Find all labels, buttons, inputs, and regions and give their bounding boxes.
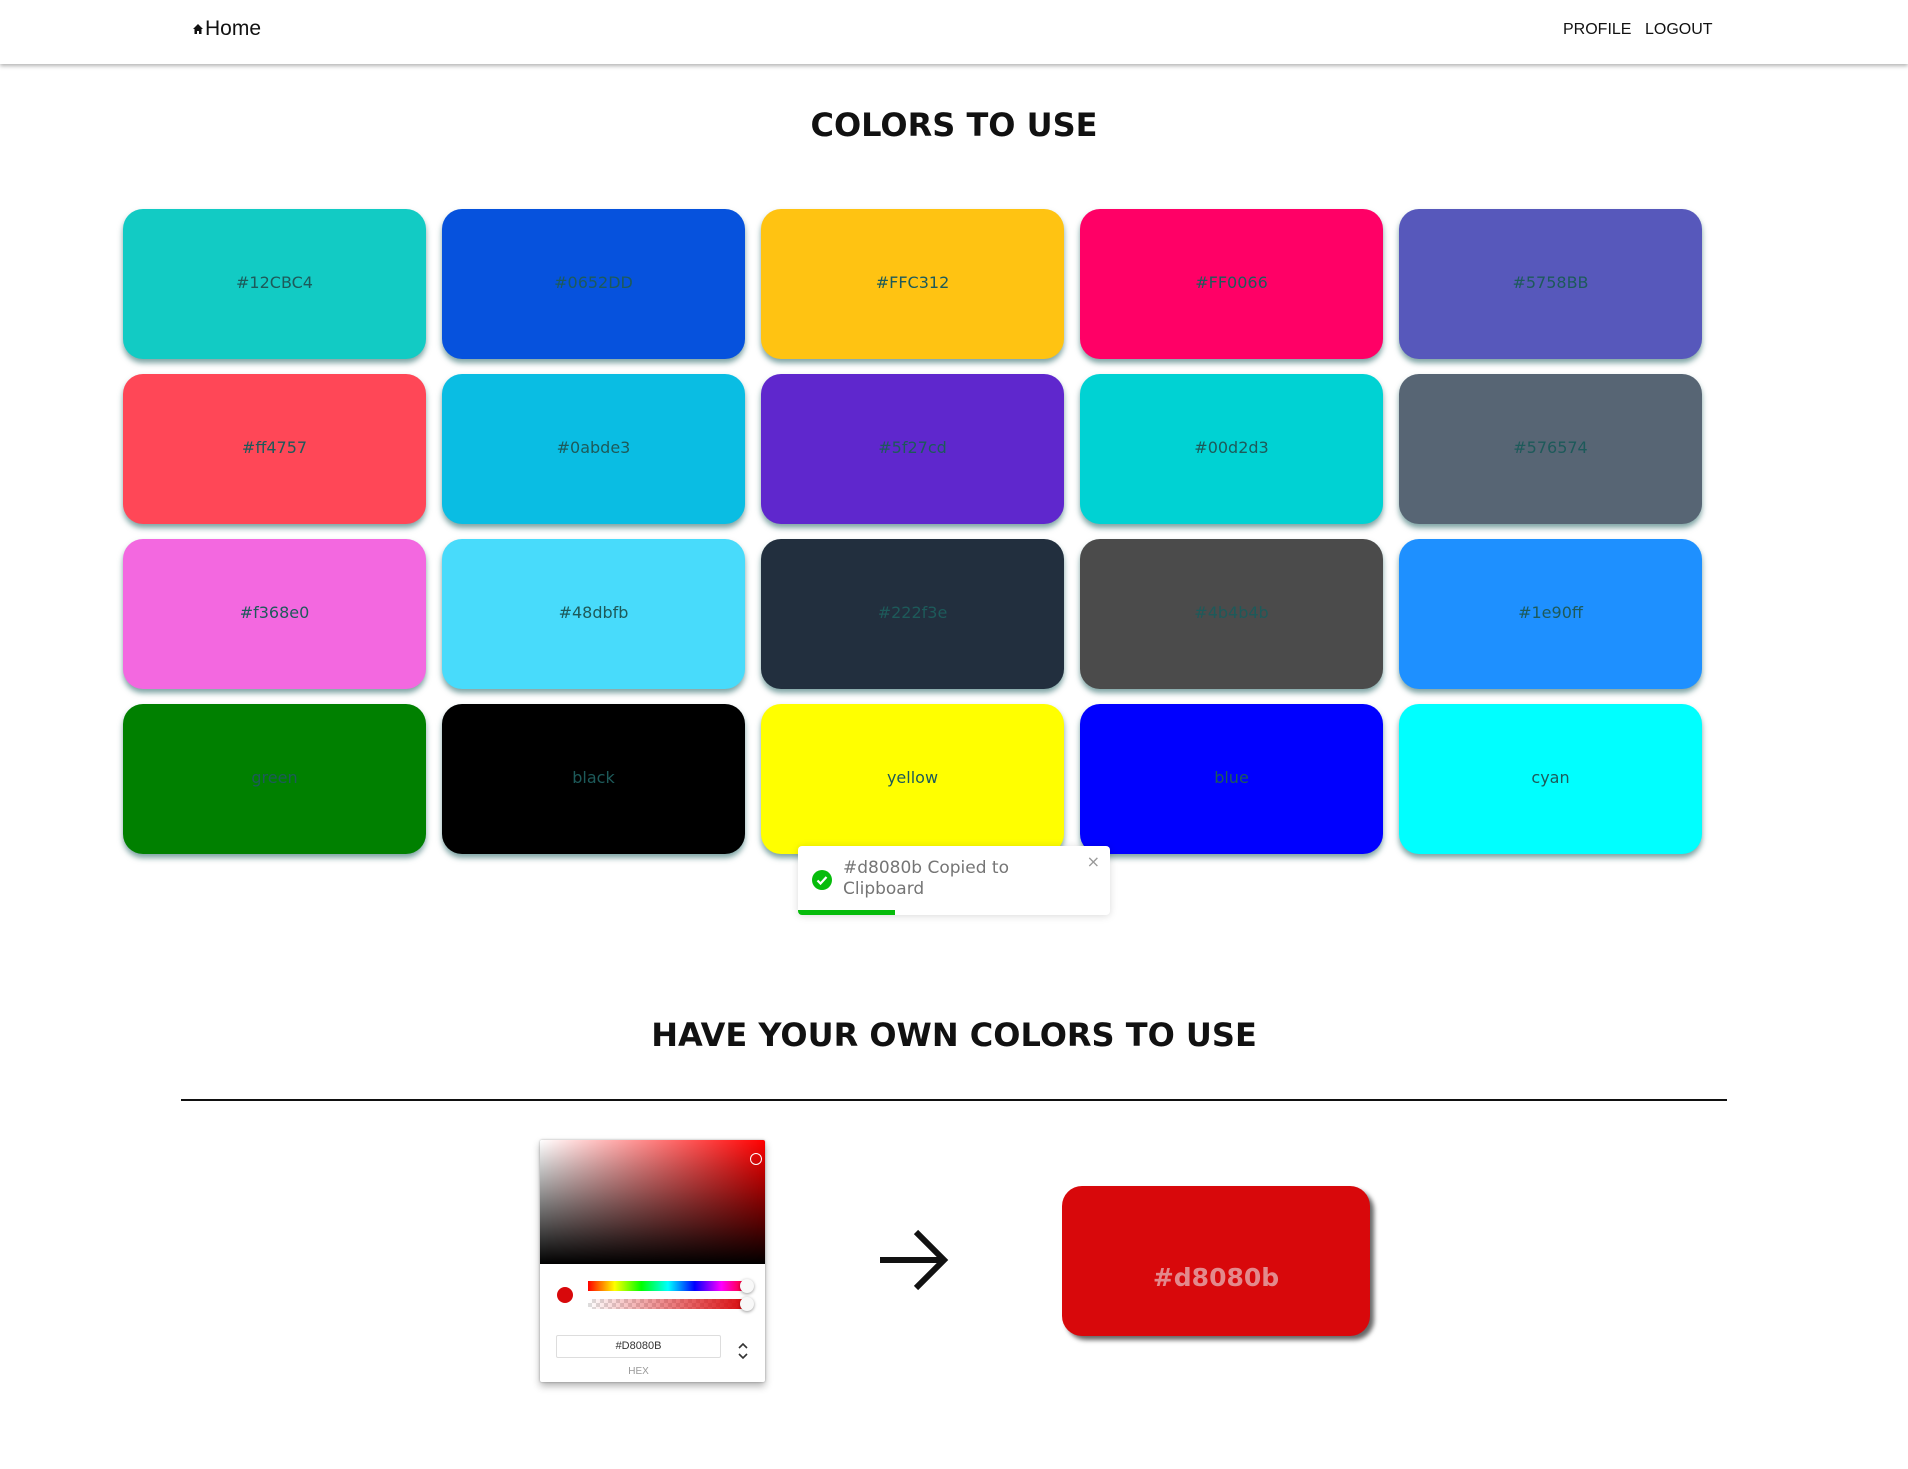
section-title: HAVE YOUR OWN COLORS TO USE [651, 1016, 1257, 1054]
color-card[interactable]: #222f3e [761, 539, 1064, 689]
home-link[interactable]: Home [192, 17, 261, 41]
color-card[interactable]: yellow [761, 704, 1064, 854]
hue-slider[interactable] [588, 1279, 754, 1293]
home-icon [193, 24, 203, 34]
close-icon[interactable]: × [1087, 852, 1100, 871]
color-card-label: #f368e0 [239, 603, 310, 622]
home-label: Home [205, 17, 262, 40]
color-card-label: #4b4b4b [1194, 603, 1269, 622]
color-preview-card[interactable]: #d8080b [1062, 1186, 1370, 1336]
color-card-label: #5758BB [1512, 273, 1589, 292]
color-card[interactable]: #576574 [1399, 374, 1702, 524]
color-card-label: #FF0066 [1195, 273, 1268, 292]
color-card-label: #1e90ff [1518, 603, 1583, 622]
color-card-label: blue [1214, 768, 1249, 787]
color-card-label: #12CBC4 [236, 273, 313, 292]
preview-label: #d8080b [1152, 1262, 1280, 1292]
copied-toast: #d8080b Copied to Clipboard × [798, 846, 1110, 915]
color-card-label: #0abde3 [556, 438, 631, 457]
saturation-cursor[interactable] [750, 1153, 762, 1165]
color-card-label: cyan [1531, 768, 1570, 787]
saturation-area[interactable] [540, 1140, 765, 1264]
format-toggle-icon[interactable] [736, 1340, 750, 1362]
color-card-label: black [572, 768, 615, 787]
color-card[interactable]: #ff4757 [123, 374, 426, 524]
color-card-label: #48dbfb [558, 603, 629, 622]
alpha-slider-handle[interactable] [740, 1297, 754, 1311]
color-picker: #D8080B HEX [540, 1140, 765, 1382]
alpha-slider[interactable] [588, 1297, 754, 1311]
color-card[interactable]: black [442, 704, 745, 854]
color-card[interactable]: #0652DD [442, 209, 745, 359]
hex-input[interactable]: #D8080B [556, 1335, 721, 1358]
color-card[interactable]: #00d2d3 [1080, 374, 1383, 524]
color-card[interactable]: #FF0066 [1080, 209, 1383, 359]
page-title: COLORS TO USE [810, 106, 1098, 144]
color-card-label: #00d2d3 [1194, 438, 1269, 457]
color-card[interactable]: blue [1080, 704, 1383, 854]
color-card-label: #576574 [1513, 438, 1588, 457]
hue-slider-handle[interactable] [740, 1279, 754, 1293]
color-card[interactable]: green [123, 704, 426, 854]
color-card-label: #ff4757 [241, 438, 308, 457]
color-card[interactable]: #12CBC4 [123, 209, 426, 359]
color-card-label: #0652DD [554, 273, 633, 292]
color-card[interactable]: #5f27cd [761, 374, 1064, 524]
color-card[interactable]: #FFC312 [761, 209, 1064, 359]
current-color-swatch [557, 1287, 573, 1303]
color-grid: #12CBC4 #0652DD #FFC312 #FF0066 #5758BB #ff47… [123, 209, 1702, 854]
divider [181, 1099, 1727, 1101]
toast-progress-bar [798, 910, 895, 915]
color-card-label: green [251, 768, 298, 787]
color-card-label: #222f3e [877, 603, 948, 622]
check-circle-icon [812, 870, 832, 890]
color-card-label: #5f27cd [878, 438, 947, 457]
color-card[interactable]: #48dbfb [442, 539, 745, 689]
profile-link[interactable]: PROFILE [1563, 21, 1631, 39]
hex-format-label: HEX [628, 1366, 649, 1377]
color-card[interactable]: #f368e0 [123, 539, 426, 689]
color-card[interactable]: #1e90ff [1399, 539, 1702, 689]
color-card[interactable]: #4b4b4b [1080, 539, 1383, 689]
color-card[interactable]: #0abde3 [442, 374, 745, 524]
color-card[interactable]: #5758BB [1399, 209, 1702, 359]
toast-message: #d8080b Copied to Clipboard [843, 858, 1009, 899]
logout-link[interactable]: LOGOUT [1645, 21, 1713, 39]
arrow-right-icon [880, 1229, 949, 1291]
color-card-label: yellow [886, 768, 939, 787]
color-card[interactable]: cyan [1399, 704, 1702, 854]
navbar: Home PROFILE LOGOUT [0, 0, 1908, 64]
color-card-label: #FFC312 [875, 273, 950, 292]
